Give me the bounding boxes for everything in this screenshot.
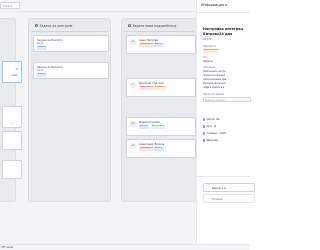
divider (31, 31, 108, 32)
avatar: АВ (130, 143, 136, 149)
reason-label: Зачем это делать (203, 93, 225, 96)
task-card-text: я (16, 68, 18, 71)
description-line: Необходимо настро (203, 70, 226, 73)
created-row: Создано: 2025 (203, 132, 226, 135)
deadline-row: Дедлайн: (203, 139, 220, 142)
kanban-board: я ной ... Задачи на контроле Задача из Б… (0, 12, 197, 244)
task-card-id: LB-11 (37, 69, 44, 72)
subordinate-name: Мария Козлова (139, 120, 160, 124)
status-text: 787 часов (1, 246, 13, 250)
user-icon (203, 118, 206, 121)
created-label: Создано: (206, 132, 219, 135)
task-card[interactable]: ... (2, 106, 22, 128)
task-card[interactable]: Задача из Бэклога LB-11 Бэклог (33, 62, 109, 79)
column-title: Задачи моих подчинённых (132, 23, 177, 28)
user-icon (203, 125, 206, 128)
status-badge: В работе (154, 86, 166, 90)
divider (124, 31, 194, 32)
subordinate-name: Александр Волков (139, 142, 165, 146)
executor-row: Исп.: Д (203, 125, 216, 128)
description-line: синхронизацию дан (203, 78, 227, 81)
created-value: 2025 (219, 132, 227, 135)
priority-badge[interactable]: Критический (203, 49, 220, 53)
task-card-id: LB-12 (37, 42, 44, 45)
column-subordinates: Задачи моих подчинённых АП Анна Петрова … (121, 18, 197, 202)
author-label: Автор: (206, 118, 216, 121)
status-badge: Бэклог (37, 73, 47, 77)
subordinate-card[interactable]: ДС Дмитрий Сидоров Просрочено В работе (126, 78, 196, 97)
calendar-icon (203, 132, 206, 135)
description-label: Описание (203, 66, 215, 69)
reason-input[interactable]: Введите описан (203, 97, 251, 102)
task-card[interactable] (2, 160, 22, 179)
executor-label: Исп.: (206, 125, 214, 128)
subordinate-card[interactable]: АВ Александр Волков Просрочено Бэклог (126, 139, 196, 158)
avatar: ДС (130, 82, 136, 88)
user-icon (128, 24, 131, 27)
column-partial: я ной ... (0, 18, 22, 202)
status-badge: Бэклог (154, 43, 164, 47)
task-card[interactable] (2, 131, 22, 150)
status-badge: Просрочено (139, 43, 155, 47)
avatar: АП (130, 39, 136, 45)
task-card[interactable]: я ной (2, 61, 22, 83)
task-id: LB-123 (203, 38, 212, 41)
task-card-text: ... (11, 122, 14, 125)
column-header: Задачи на контроле (35, 23, 108, 28)
return-button[interactable]: Вернуть в (203, 183, 255, 192)
clock-icon (203, 139, 206, 142)
panel-title: Информация о (201, 3, 228, 7)
type-label: Тип (203, 56, 208, 59)
subordinate-card[interactable]: АП Анна Петрова Просрочено Бэклог (126, 35, 196, 54)
status-badge: Бэклог (139, 125, 149, 129)
executor-value: Д (214, 125, 217, 128)
type-value: Задача (203, 60, 213, 63)
task-card-text: ной (12, 74, 17, 77)
subordinate-name: Анна Петрова (139, 38, 158, 42)
task-title: Настройка интеграц (203, 27, 243, 31)
task-card[interactable]: Задача из Бэклога LB-12 Бэклог (33, 35, 109, 52)
status-badge: Просрочено (139, 86, 155, 90)
divider (197, 176, 250, 177)
status-badge: Просрочено (139, 147, 155, 151)
author-row: Автор: Ив (203, 118, 220, 121)
status-badge: Бэклог (154, 147, 164, 151)
author-value: Ив (216, 118, 220, 121)
column-title: Задачи на контроле (39, 23, 73, 28)
status-bar: 787 часов (0, 244, 250, 250)
subordinate-card[interactable]: МК Мария Козлова Бэклог Выполнено (126, 117, 196, 136)
column-header: Задачи моих подчинённых (128, 23, 194, 28)
description-line: лиды и сделки в р (203, 86, 225, 89)
filter-chip[interactable]: Отката (0, 2, 20, 9)
subordinate-name: Дмитрий Сидоров (139, 81, 164, 85)
priority-label: Приоритет (203, 45, 217, 48)
avatar: МК (130, 121, 136, 127)
column-under-control: Задачи на контроле Задача из Бэклога LB-… (28, 18, 111, 202)
status-badge: Выполнено (151, 125, 166, 129)
task-title-line2: Битрикс24 для (203, 32, 233, 36)
description-line: функций. Включает (203, 82, 226, 85)
description-line: процессом продаж (203, 74, 226, 77)
status-badge: Бэклог (37, 46, 47, 50)
search-icon (35, 24, 38, 27)
cancel-button[interactable]: Отмена (203, 194, 255, 203)
deadline-label: Дедлайн: (206, 139, 220, 142)
task-details-panel: Информация о Настройка интеграц Битрикс2… (196, 0, 255, 244)
divider (197, 12, 250, 13)
